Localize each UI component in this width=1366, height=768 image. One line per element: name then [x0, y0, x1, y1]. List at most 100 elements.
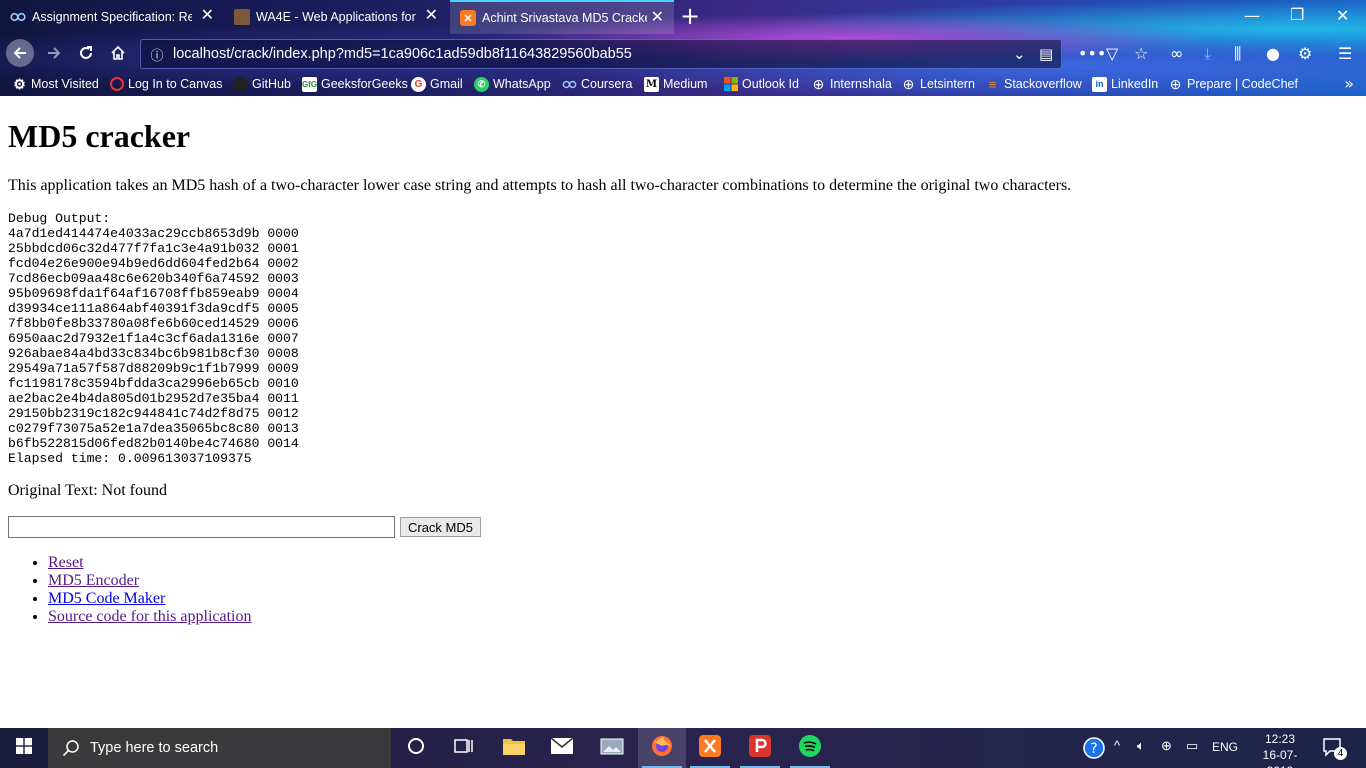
debug-line: 6950aac2d7932e1f1a4c3cf6ada1316e — [8, 331, 260, 346]
bookmark-internshala[interactable]: ⊕ Internshala — [811, 75, 892, 93]
home-button[interactable] — [104, 39, 132, 67]
reader-view-icon[interactable]: ▤ — [1039, 45, 1053, 63]
firefox-button[interactable] — [638, 728, 686, 768]
bookmark-stackoverflow[interactable]: ≡ Stackoverflow — [985, 75, 1082, 93]
source-code-link[interactable]: Source code for this application — [48, 608, 252, 625]
md5-code-maker-link[interactable]: MD5 Code Maker — [48, 590, 165, 607]
page-actions-icon[interactable]: ••• — [1078, 44, 1106, 63]
bookmark-medium[interactable]: M Medium — [644, 75, 707, 93]
bookmark-letsintern[interactable]: ⊕ Letsintern — [901, 75, 975, 93]
url-text[interactable]: localhost/crack/index.php?md5=1ca906c1ad… — [173, 46, 632, 62]
bookmark-whatsapp[interactable]: ✆ WhatsApp — [474, 75, 551, 93]
crack-md5-button[interactable]: Crack MD5 — [400, 517, 481, 537]
debug-line: b6fb522815d06fed82b0140be4c74680 — [8, 436, 260, 451]
address-bar[interactable]: ⓘ localhost/crack/index.php?md5=1ca906c1… — [140, 39, 1062, 69]
tab-assignment[interactable]: Assignment Specification: Reve ✕ — [0, 0, 224, 34]
battery-icon[interactable]: ▭ — [1186, 738, 1198, 754]
close-icon[interactable]: ✕ — [651, 10, 664, 26]
search-placeholder: Type here to search — [90, 740, 219, 756]
spotify-button[interactable] — [786, 728, 834, 768]
download-icon[interactable]: ⤓ — [1204, 44, 1211, 64]
bookmark-linkedin[interactable]: in LinkedIn — [1092, 75, 1158, 93]
bookmark-label: Internshala — [830, 77, 892, 91]
account-icon[interactable]: ● — [1266, 44, 1280, 63]
globe-icon: ⊕ — [812, 75, 825, 92]
search-icon — [60, 737, 82, 759]
taskbar-search[interactable]: Type here to search — [48, 728, 391, 768]
tab-md5-cracker[interactable]: ✕ Achint Srivastava MD5 Cracker ✕ — [450, 0, 674, 34]
private-mask-icon[interactable]: ∞ — [1170, 44, 1183, 63]
pictures-button[interactable] — [588, 728, 636, 768]
clock[interactable]: 12:23 16-07-2019 — [1250, 731, 1310, 768]
firefox-icon — [650, 734, 674, 762]
chevron-up-icon[interactable]: ^ — [1114, 738, 1120, 753]
debug-line-number: 0000 — [267, 226, 299, 241]
list-item: MD5 Encoder — [48, 572, 252, 590]
bookmark-label: Stackoverflow — [1004, 77, 1082, 91]
bookmark-canvas[interactable]: Log In to Canvas — [110, 75, 223, 93]
globe-icon: ⊕ — [902, 75, 915, 92]
md5-encoder-link[interactable]: MD5 Encoder — [48, 572, 139, 589]
xampp-button[interactable] — [686, 728, 734, 768]
bookmark-label: Log In to Canvas — [128, 77, 223, 91]
mail-button[interactable] — [538, 728, 586, 768]
chevron-double-right-icon[interactable]: » — [1344, 74, 1354, 93]
debug-line-number: 0012 — [267, 406, 299, 421]
menu-icon[interactable]: ☰ — [1338, 44, 1352, 63]
bookmark-outlook[interactable]: Outlook Id — [723, 75, 799, 93]
windows-logo-icon — [16, 738, 32, 758]
bookmark-github[interactable]: GitHub — [233, 75, 291, 93]
minimize-icon[interactable]: — — [1244, 6, 1260, 25]
debug-line: c0279f73075a52e1a7dea35065bc8c80 — [8, 421, 260, 436]
debug-line-number: 0011 — [267, 391, 299, 406]
help-icon[interactable]: ? — [1083, 737, 1105, 762]
language-indicator[interactable]: ENG — [1212, 740, 1238, 754]
chevron-down-icon[interactable]: ⌄ — [1013, 45, 1026, 63]
reset-link[interactable]: Reset — [48, 554, 84, 571]
close-icon[interactable]: ✕ — [425, 8, 438, 24]
bookmark-most-visited[interactable]: ⚙ Most Visited — [12, 75, 99, 93]
task-view-icon — [454, 738, 474, 758]
bookmark-label: Most Visited — [31, 77, 99, 91]
task-view-button[interactable] — [440, 728, 488, 768]
reload-button[interactable] — [72, 39, 100, 67]
debug-line: fc1198178c3594bfdda3ca2996eb65cb — [8, 376, 260, 391]
debug-line: 29150bb2319c182c944841c74d2f8d75 — [8, 406, 260, 421]
close-icon[interactable]: ✕ — [201, 8, 214, 24]
page-title: MD5 cracker — [8, 118, 191, 154]
bookmark-geeksforgeeks[interactable]: GfG GeeksforGeeks — [302, 75, 408, 93]
cortana-button[interactable] — [392, 728, 440, 768]
debug-line: 25bbdcd06c32d477f7fa1c3e4a91b032 — [8, 241, 260, 256]
bookmark-gmail[interactable]: G Gmail — [411, 75, 463, 93]
original-text-result: Original Text: Not found — [8, 482, 168, 499]
folder-icon — [502, 736, 526, 760]
start-button[interactable] — [0, 728, 48, 768]
photos-icon — [600, 736, 624, 760]
volume-icon[interactable]: 🔈︎ — [1137, 738, 1145, 754]
debug-line: fcd04e26e900e94b9ed6dd604fed2b64 — [8, 256, 260, 271]
github-icon — [233, 76, 248, 92]
new-tab-button[interactable]: + — [680, 4, 700, 28]
back-button[interactable] — [6, 39, 34, 67]
network-globe-icon[interactable]: ⊕ — [1161, 738, 1172, 754]
tab-wa4e[interactable]: WA4E - Web Applications for E ✕ — [224, 0, 448, 34]
pocket-icon[interactable]: ▽ — [1106, 44, 1118, 63]
debug-line: 4a7d1ed414474e4033ac29ccb8653d9b — [8, 226, 260, 241]
list-item: Reset — [48, 554, 252, 572]
debug-line-number: 0014 — [267, 436, 299, 451]
extension-icon[interactable]: ⚙ — [1298, 44, 1312, 63]
phpstorm-button[interactable] — [736, 728, 784, 768]
info-icon[interactable]: ⓘ — [149, 46, 165, 64]
bookmark-label: Medium — [663, 77, 708, 91]
window-close-icon[interactable]: ✕ — [1336, 6, 1349, 25]
restore-icon[interactable]: ❐ — [1290, 5, 1304, 24]
file-explorer-button[interactable] — [490, 728, 538, 768]
forward-button[interactable] — [40, 39, 68, 67]
library-icon[interactable]: ⫼ — [1234, 44, 1241, 64]
google-icon: G — [411, 76, 426, 92]
bookmark-codechef[interactable]: ⊕ Prepare | CodeChef — [1168, 75, 1298, 93]
bookmark-star-icon[interactable]: ☆ — [1134, 44, 1148, 63]
md5-input[interactable] — [8, 516, 395, 538]
canvas-icon — [110, 77, 124, 91]
bookmark-coursera[interactable]: Coursera — [562, 75, 632, 93]
